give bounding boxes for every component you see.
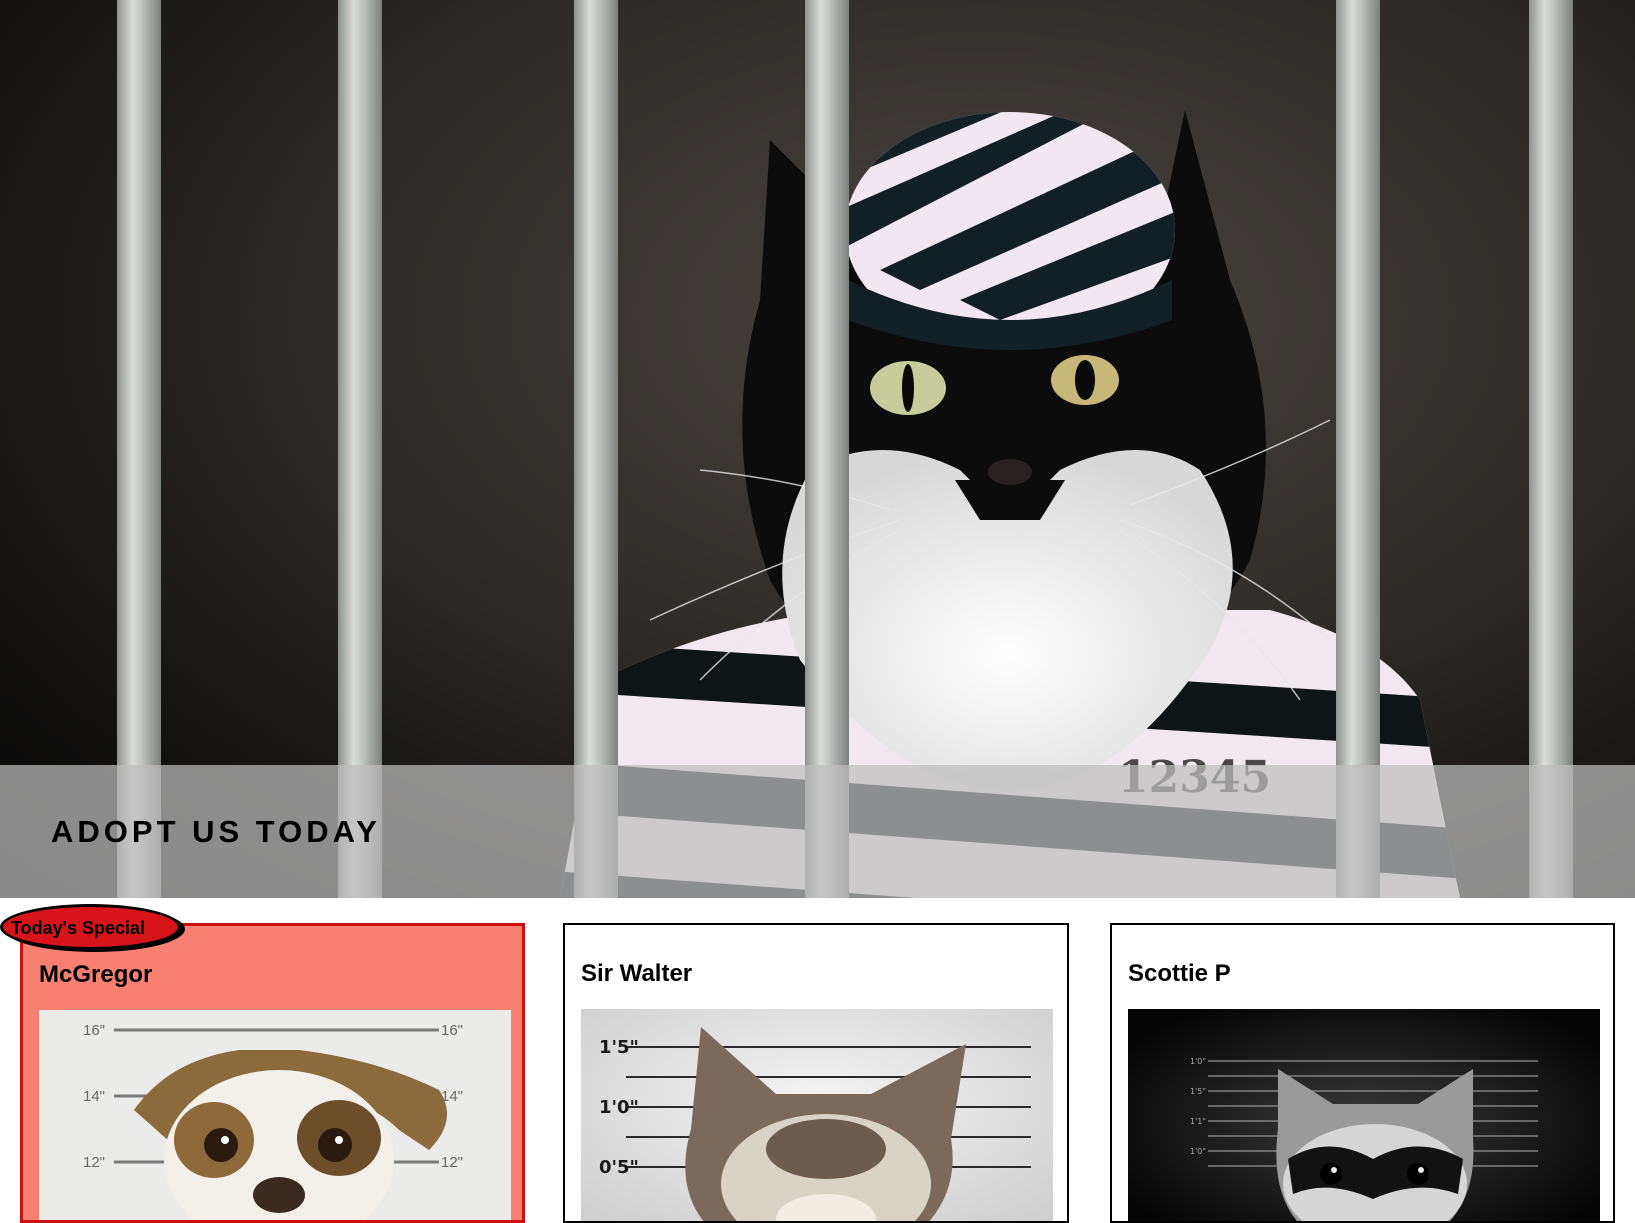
height-mark: 16" [83, 1022, 105, 1039]
height-mark: 12" [441, 1154, 463, 1171]
height-mark: 1'1" [1190, 1117, 1206, 1126]
cat-mugshot-image: 1'5" 1'0" 0'5" [581, 1009, 1053, 1221]
height-mark: 0'5" [599, 1157, 639, 1178]
pet-name: McGregor [39, 961, 153, 988]
pet-photo-sir-walter[interactable]: 1'5" 1'0" 0'5" [581, 1009, 1053, 1221]
height-mark: 1'0" [1190, 1057, 1206, 1066]
height-mark: 12" [83, 1154, 105, 1171]
raccoon-mugshot-image: 1'0" 1'5" 1'1" 1'0" [1128, 1009, 1600, 1221]
dog-mugshot-image: 16" 16" 14" 14" 12" 12" [39, 1010, 511, 1220]
jail-bars [117, 0, 1573, 898]
todays-special-label: Today's Special [11, 918, 145, 938]
pet-card-scottie-p[interactable]: Scottie P 1'0" 1'5" 1'1" 1'0" [1110, 923, 1615, 1223]
height-mark: 16" [441, 1022, 463, 1039]
hero-title: ADOPT US TODAY [51, 814, 381, 849]
pet-card-mcgregor[interactable]: McGregor 16" 16" 14" 14" 12" 12" [20, 923, 525, 1223]
height-mark: 1'5" [1190, 1087, 1206, 1096]
height-mark: 1'5" [599, 1037, 639, 1058]
pet-name: Scottie P [1128, 960, 1231, 987]
height-mark: 1'0" [1190, 1147, 1206, 1156]
pet-photo-scottie-p[interactable]: 1'0" 1'5" 1'1" 1'0" [1128, 1009, 1600, 1221]
pet-card-sir-walter[interactable]: Sir Walter 1'5" 1'0" 0'5" [563, 923, 1069, 1223]
hero-section: 12345 ADOPT US TODAY [0, 0, 1635, 898]
height-mark: 14" [83, 1088, 105, 1105]
pet-photo-mcgregor[interactable]: 16" 16" 14" 14" 12" 12" [39, 1010, 511, 1220]
todays-special-badge: Today's Special [0, 904, 181, 950]
hero-image: 12345 [117, 0, 1573, 898]
pet-name: Sir Walter [581, 960, 693, 987]
height-mark: 1'0" [599, 1097, 639, 1118]
